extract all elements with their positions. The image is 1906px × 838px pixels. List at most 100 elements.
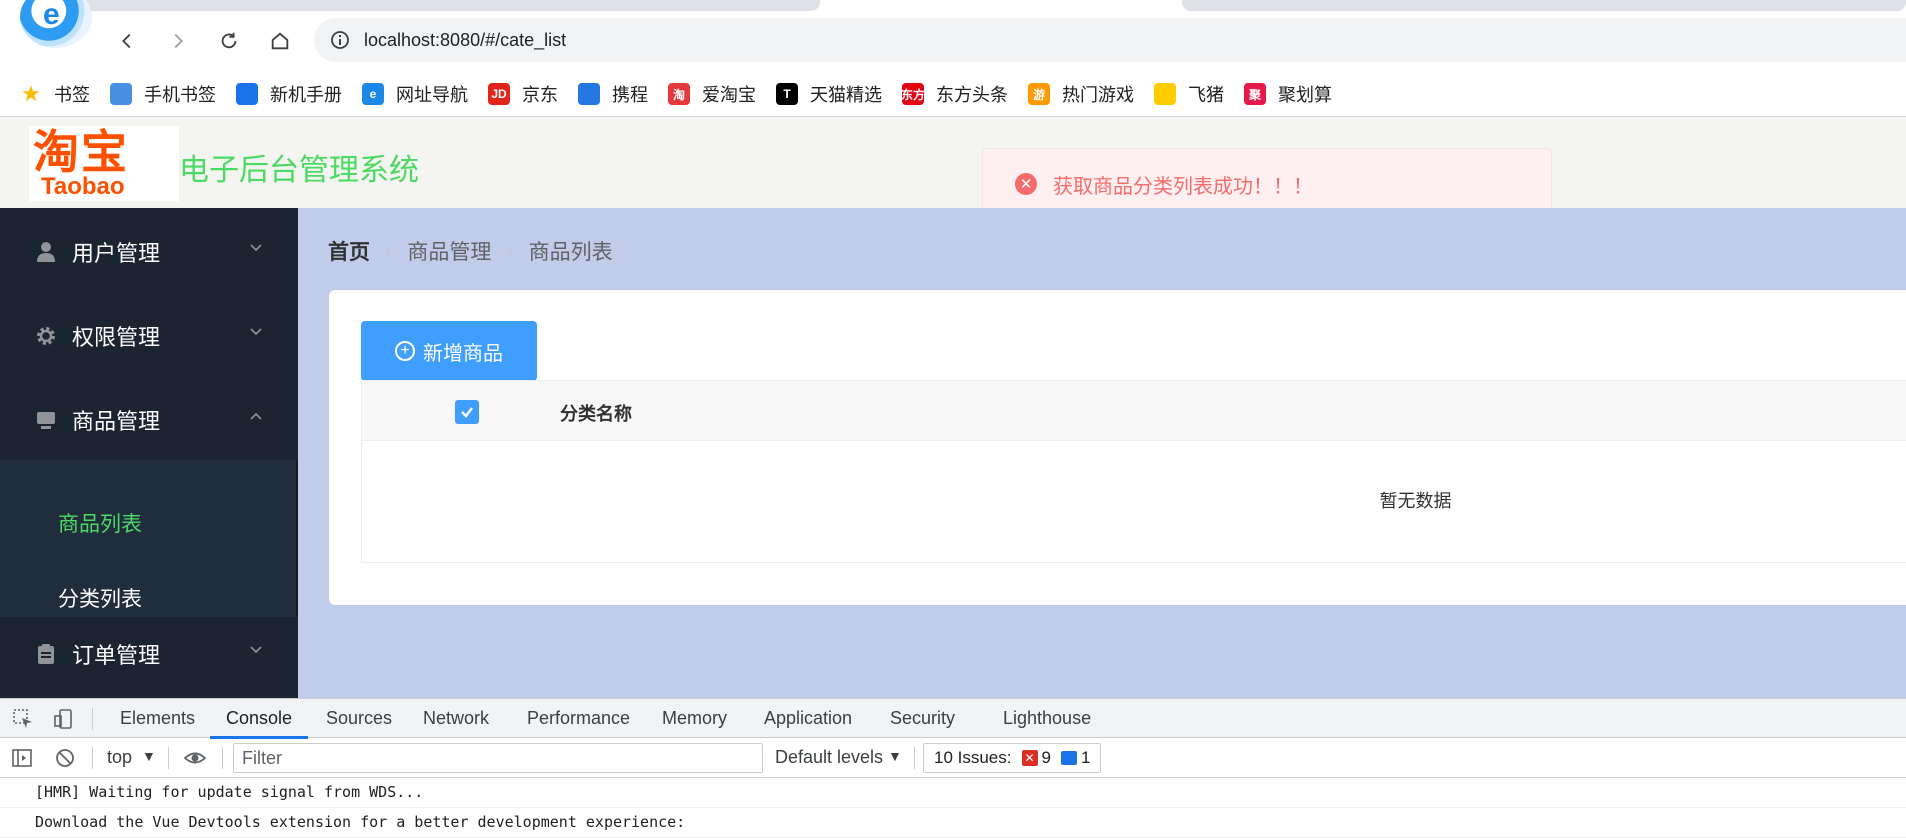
shop-icon [34, 408, 58, 432]
bookmark-item[interactable]: T 天猫精选 [776, 81, 882, 107]
game-icon: 游 [1028, 83, 1050, 105]
circle-close-icon: ✕ [1015, 173, 1037, 195]
dropdown-arrow-icon: ▼ [888, 748, 902, 764]
breadcrumb-home[interactable]: 首页 [328, 236, 370, 266]
console-filter[interactable] [233, 743, 763, 773]
toolbar-divider [168, 747, 169, 769]
bookmark-item[interactable]: e 网址导航 [362, 81, 468, 107]
main-content: 首页 › 商品管理 › 商品列表 + 新增商品 分类名称 暂无数据 [298, 208, 1906, 698]
toast-message: 获取商品分类列表成功！！！ [1053, 175, 1313, 198]
chevron-down-icon [250, 244, 262, 252]
devtools-panel: Elements Console Sources Network Perform… [0, 698, 1906, 838]
clear-console-icon[interactable] [54, 747, 76, 769]
log-levels-dropdown[interactable]: Default levels [775, 747, 883, 768]
device-toolbar-icon[interactable] [53, 708, 75, 730]
filter-input[interactable] [234, 744, 762, 772]
table-empty-text: 暂无数据 [1379, 491, 1452, 511]
bookmark-item[interactable]: 聚聚划算 [1244, 81, 1332, 107]
add-product-button[interactable]: + 新增商品 [361, 321, 537, 381]
circle-plus-icon: + [395, 341, 415, 361]
dropdown-arrow-icon: ▼ [142, 748, 156, 764]
bookmark-label: 书签 [54, 85, 90, 105]
sidebar-item-permissions[interactable]: 权限管理 [0, 296, 298, 376]
sidebar-item-label: 商品管理 [72, 409, 161, 434]
devtools-tab-elements[interactable]: Elements [120, 708, 195, 729]
devtools-tab-network[interactable]: Network [423, 708, 489, 729]
sidebar-item-label: 订单管理 [72, 643, 161, 668]
devtools-tabbar: Elements Console Sources Network Perform… [0, 698, 1906, 739]
category-table: 分类名称 暂无数据 [361, 380, 1906, 563]
issues-label: 10 Issues: [934, 748, 1012, 767]
bookmark-label: 飞猪 [1188, 85, 1224, 105]
table-header: 分类名称 [362, 381, 1906, 441]
star-icon: ★ [21, 81, 41, 106]
devtools-tab-lighthouse[interactable]: Lighthouse [1003, 708, 1091, 729]
devtools-tab-console[interactable]: Console [226, 708, 292, 729]
bookmark-item[interactable]: 游热门游戏 [1028, 81, 1134, 107]
eye-icon[interactable] [184, 747, 206, 769]
issues-counter[interactable]: 10 Issues: ✕ 9 1 [923, 743, 1102, 773]
devtools-tab-performance[interactable]: Performance [527, 708, 630, 729]
home-icon [271, 32, 289, 50]
juhuasuan-icon: 聚 [1244, 83, 1266, 105]
sidebar-toggle-icon[interactable] [11, 747, 33, 769]
inspect-element-icon[interactable] [12, 708, 34, 730]
toolbar-divider [92, 708, 93, 730]
console-toolbar: top ▼ Default levels ▼ 10 Issues: ✕ 9 1 [0, 738, 1906, 778]
toolbar-divider [914, 747, 915, 769]
bookmark-item[interactable]: 东方 东方头条 [901, 81, 1008, 107]
select-all-checkbox[interactable] [455, 400, 479, 424]
taobao-logo: 淘宝 Taobao [29, 126, 179, 201]
sidebar-item-products[interactable]: 商品管理 [0, 380, 298, 460]
info-icon[interactable] [330, 30, 350, 50]
column-header-category-name[interactable]: 分类名称 [560, 400, 632, 426]
tab-strip [0, 0, 1906, 12]
bookmark-label: 手机书签 [144, 85, 216, 105]
breadcrumb-products: 商品管理 [407, 241, 492, 264]
bookmark-item[interactable]: 飞猪 [1154, 81, 1224, 107]
check-icon [461, 407, 473, 418]
console-log-line: [HMR] Waiting for update signal from WDS… [0, 778, 1906, 808]
bookmark-item[interactable]: JD 京东 [488, 81, 558, 107]
phone-icon [110, 83, 132, 105]
sidebar-item-orders[interactable]: 订单管理 [0, 614, 298, 694]
chevron-left-icon [122, 33, 131, 49]
products-submenu: 商品列表 分类列表 [0, 460, 298, 617]
forward-button[interactable] [163, 26, 193, 56]
sidebar-item-users[interactable]: 用户管理 [0, 212, 298, 292]
sidebar-subitem-product-list[interactable]: 商品列表 [58, 508, 142, 538]
toolbar-divider [222, 747, 223, 769]
devtools-tab-security[interactable]: Security [890, 708, 955, 729]
browser-tab[interactable] [80, 0, 820, 11]
back-button[interactable] [112, 26, 142, 56]
devtools-tab-sources[interactable]: Sources [326, 708, 392, 729]
content-card: + 新增商品 分类名称 暂无数据 [329, 290, 1906, 605]
devtools-tab-memory[interactable]: Memory [662, 708, 727, 729]
bookmark-item[interactable]: 携程 [578, 81, 648, 107]
bookmark-item[interactable]: 手机书签 [110, 81, 216, 107]
bookmark-label: 京东 [522, 85, 558, 105]
gear-icon [34, 324, 58, 348]
chevron-right-icon [174, 33, 183, 49]
dftt-icon: 东方 [901, 83, 925, 105]
breadcrumb-separator-icon: › [507, 242, 513, 259]
bookmarks-bar: ★ 书签 手机书签 新机手册 e 网址导航 JD 京东 携程淘爱淘宝 T 天猫精选 东方 东方头条游热门… [0, 72, 1906, 116]
bookmark-item[interactable]: ★ 书签 [20, 81, 90, 107]
bookmark-item[interactable]: 淘爱淘宝 [668, 81, 756, 107]
url-text[interactable]: localhost:8080/#/cate_list [364, 30, 566, 51]
home-button[interactable] [265, 26, 295, 56]
sidebar-subitem-category-list[interactable]: 分类列表 [58, 583, 142, 613]
app-header: 淘宝 Taobao 电子后台管理系统 [0, 117, 1906, 208]
browser-tab[interactable] [1182, 0, 1906, 11]
bookmark-label: 东方头条 [936, 85, 1008, 105]
breadcrumb: 首页 › 商品管理 › 商品列表 [328, 236, 613, 266]
bookmark-item[interactable]: 新机手册 [236, 81, 342, 107]
reload-button[interactable] [214, 26, 244, 56]
chevron-down-icon [250, 328, 262, 336]
reload-icon [221, 32, 237, 49]
address-bar[interactable]: localhost:8080/#/cate_list [314, 18, 1906, 62]
bookmark-label: 天猫精选 [810, 85, 882, 105]
context-selector[interactable]: top [107, 747, 132, 768]
info-count: 1 [1080, 748, 1091, 767]
devtools-tab-application[interactable]: Application [764, 708, 852, 729]
